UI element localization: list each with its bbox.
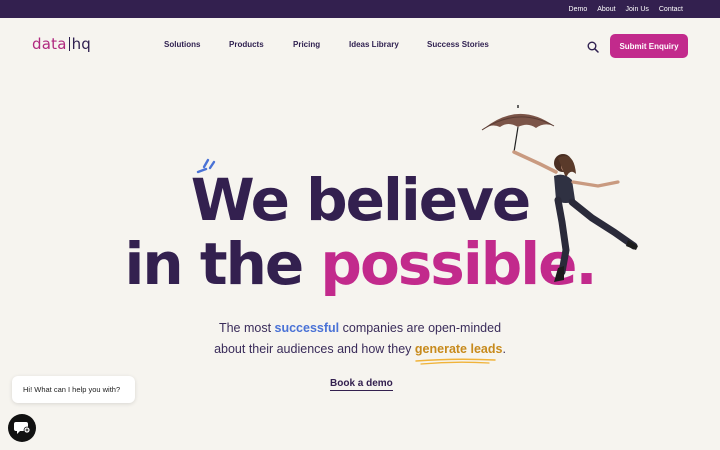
topbar-link-demo[interactable]: Demo — [569, 6, 588, 13]
sub-highlight-generate-leads: generate leads — [414, 339, 503, 365]
sub-text-end: . — [502, 342, 506, 356]
squiggle-underline-icon — [415, 358, 496, 365]
topbar-link-contact[interactable]: Contact — [659, 6, 683, 13]
chat-greeting-text: Hi! What can I help you with? — [23, 385, 121, 394]
logo[interactable]: data hq — [32, 35, 91, 53]
sub-text-part-3: about their audiences and how they — [214, 342, 415, 356]
nav-item-solutions[interactable]: Solutions — [164, 40, 229, 49]
topbar-link-about[interactable]: About — [597, 6, 615, 13]
chat-icon — [14, 422, 30, 434]
generate-leads-text: generate leads — [414, 342, 503, 356]
sub-text-part-1: The most — [218, 321, 275, 335]
subheading-line-2: about their audiences and how they gener… — [0, 339, 720, 365]
sub-text-part-2: companies are open-minded — [339, 321, 502, 335]
top-utility-bar: Demo About Join Us Contact — [0, 0, 720, 18]
topbar-link-join-us[interactable]: Join Us — [626, 6, 649, 13]
nav-item-ideas-library[interactable]: Ideas Library — [349, 40, 427, 49]
headline-line-2-plain: in the — [124, 230, 321, 298]
subheading-line-1: The most successful companies are open-m… — [0, 318, 720, 339]
nav-item-pricing[interactable]: Pricing — [293, 40, 349, 49]
search-icon[interactable] — [587, 40, 599, 53]
sub-highlight-successful: successful — [274, 321, 340, 335]
chat-greeting-bubble[interactable]: Hi! What can I help you with? — [12, 376, 135, 403]
logo-text-right: hq — [71, 35, 92, 53]
main-navigation: data hq Solutions Products Pricing Ideas… — [0, 18, 720, 74]
submit-enquiry-button[interactable]: Submit Enquiry — [610, 34, 688, 58]
nav-item-success-stories[interactable]: Success Stories — [427, 40, 507, 49]
chat-launcher-button[interactable] — [8, 414, 36, 442]
nav-item-products[interactable]: Products — [229, 40, 293, 49]
nav-menu: Solutions Products Pricing Ideas Library… — [164, 40, 507, 49]
logo-divider — [68, 37, 70, 51]
logo-text-left: data — [32, 35, 67, 53]
book-a-demo-link[interactable]: Book a demo — [330, 378, 393, 391]
hero-subheading: The most successful companies are open-m… — [0, 318, 720, 365]
woman-with-umbrella-illustration — [481, 105, 638, 282]
